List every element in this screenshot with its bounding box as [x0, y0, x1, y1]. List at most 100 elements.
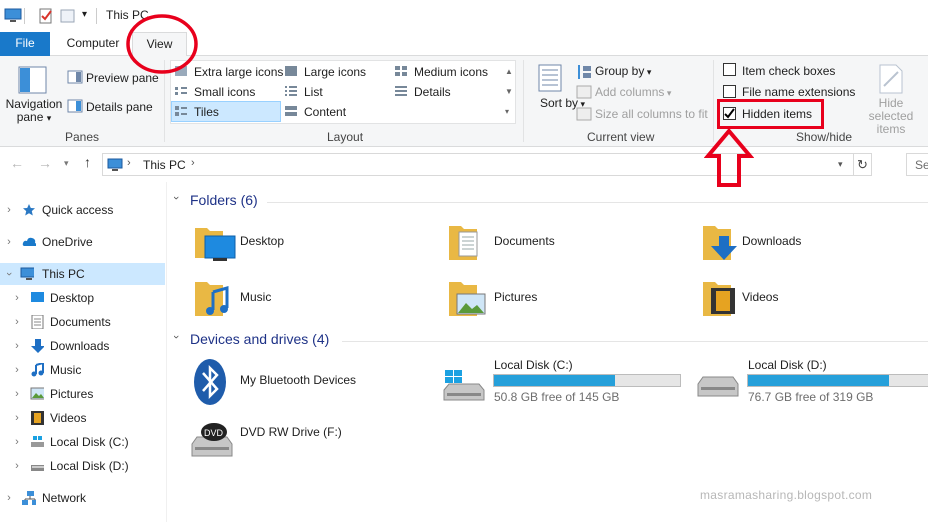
layout-content[interactable]: Content	[304, 105, 346, 119]
add-columns-button[interactable]: Add columns ▾	[595, 85, 671, 99]
breadcrumb-chevron-icon[interactable]: ›	[127, 157, 131, 169]
chevron-right-icon[interactable]: ›	[12, 455, 22, 477]
chevron-right-icon[interactable]: ›	[12, 407, 22, 429]
size-all-columns-button[interactable]: Size all columns to fit	[595, 107, 708, 121]
nav-item-downloads[interactable]: › Downloads	[0, 335, 165, 357]
navigation-pane: › Quick access › OneDrive › This PC › De…	[0, 182, 166, 522]
device-tile-local-disk-c[interactable]: Local Disk (C:) 50.8 GB free of 145 GB	[441, 356, 691, 406]
properties-icon[interactable]	[38, 8, 54, 24]
layout-details[interactable]: Details	[414, 85, 451, 99]
details-pane-button[interactable]: Details pane	[86, 100, 153, 114]
nav-item-onedrive[interactable]: › OneDrive	[0, 231, 165, 253]
nav-item-documents[interactable]: › Documents	[0, 311, 165, 333]
drive-usage-bar	[493, 374, 681, 387]
folder-name: Pictures	[494, 290, 538, 304]
layout-scroll-arrows[interactable]: ▲ ▼ ▾	[505, 62, 513, 122]
chevron-right-icon[interactable]: ›	[4, 199, 14, 221]
up-arrow-icon[interactable]: ↑	[84, 154, 91, 170]
this-pc-icon	[107, 158, 123, 171]
file-name-extensions-label: File name extensions	[742, 85, 856, 99]
forward-arrow-icon[interactable]: →	[38, 155, 52, 171]
recent-locations-icon[interactable]: ▾	[64, 158, 69, 169]
device-name: Local Disk (D:)	[748, 358, 827, 372]
search-box[interactable]: Se	[906, 153, 928, 176]
view-tab-highlight-circle	[126, 14, 198, 74]
back-arrow-icon[interactable]: ←	[10, 155, 24, 171]
chevron-right-icon[interactable]: ›	[12, 383, 22, 405]
devices-section-title[interactable]: Devices and drives (4)	[190, 331, 329, 347]
navigation-pane-icon[interactable]	[18, 66, 48, 96]
address-row: ← → ▾ ↑ › This PC › ▾ ↻ Se	[0, 148, 928, 182]
device-tile-bluetooth[interactable]: My Bluetooth Devices	[193, 358, 423, 406]
nav-label: Network	[42, 491, 87, 505]
drive-usage-fill	[748, 375, 890, 386]
folder-tile-pictures[interactable]: Pictures	[447, 278, 677, 322]
chevron-down-icon[interactable]: ›	[0, 269, 20, 279]
nav-item-desktop[interactable]: › Desktop	[0, 287, 165, 309]
this-pc-icon[interactable]	[4, 8, 22, 24]
panes-group-label: Panes	[65, 130, 100, 144]
nav-item-videos[interactable]: › Videos	[0, 407, 165, 429]
refresh-icon[interactable]: ↻	[853, 154, 871, 175]
customize-quick-access-icon[interactable]: ▾	[82, 9, 87, 25]
videos-folder-icon	[703, 282, 735, 316]
folder-tile-documents[interactable]: Documents	[447, 222, 677, 266]
breadcrumb-chevron-icon[interactable]: ›	[191, 157, 195, 169]
item-check-boxes-checkbox[interactable]	[723, 63, 736, 76]
layout-large-icons[interactable]: Large icons	[304, 65, 366, 79]
folder-tile-desktop[interactable]: Desktop	[193, 222, 423, 266]
nav-item-quick-access[interactable]: › Quick access	[0, 199, 165, 221]
nav-item-music[interactable]: › Music	[0, 359, 165, 381]
layout-medium-icons[interactable]: Medium icons	[414, 65, 488, 79]
group-by-label: Group by	[595, 64, 645, 78]
folder-tile-downloads[interactable]: Downloads	[701, 222, 921, 266]
nav-item-pictures[interactable]: › Pictures	[0, 383, 165, 405]
folder-tile-videos[interactable]: Videos	[701, 278, 921, 322]
nav-item-local-disk-d[interactable]: › Local Disk (D:)	[0, 455, 165, 477]
group-by-button[interactable]: Group by ▾	[595, 64, 651, 78]
address-dropdown-icon[interactable]: ▾	[838, 159, 843, 170]
small-icons-icon	[175, 87, 187, 95]
device-name: DVD RW Drive (F:)	[240, 425, 342, 439]
hide-selected-items-button[interactable]: Hide selected items	[856, 97, 926, 136]
show-hide-group-label: Show/hide	[796, 130, 853, 144]
folder-tile-music[interactable]: Music	[193, 278, 423, 322]
chevron-right-icon[interactable]: ›	[4, 231, 14, 253]
nav-label: Documents	[50, 315, 111, 329]
chevron-right-icon[interactable]: ›	[12, 335, 22, 357]
chevron-right-icon[interactable]: ›	[4, 487, 14, 509]
chevron-right-icon[interactable]: ›	[12, 311, 22, 333]
address-bar[interactable]: › This PC › ▾ ↻	[102, 153, 872, 176]
nav-item-network[interactable]: › Network	[0, 487, 165, 509]
nav-label: Pictures	[50, 387, 94, 401]
sort-by-label: Sort by	[540, 96, 579, 110]
nav-label: This PC	[42, 267, 85, 281]
nav-label: Music	[50, 363, 82, 377]
layout-tiles[interactable]: Tiles	[194, 105, 219, 119]
tab-computer[interactable]: Computer	[58, 32, 128, 56]
music-folder-icon	[195, 282, 229, 316]
nav-item-local-disk-c[interactable]: › Local Disk (C:)	[0, 431, 165, 453]
bluetooth-icon	[194, 359, 226, 405]
nav-item-this-pc[interactable]: › This PC	[0, 263, 165, 285]
device-tile-local-disk-d[interactable]: Local Disk (D:) 76.7 GB free of 319 GB	[695, 356, 928, 406]
navigation-pane-button[interactable]: Navigation pane ▾	[5, 98, 63, 125]
drive-free-space: 76.7 GB free of 319 GB	[748, 390, 874, 404]
chevron-right-icon[interactable]: ›	[12, 359, 22, 381]
layout-extra-large-icons[interactable]: Extra large icons	[194, 65, 283, 79]
collapse-chevron-icon[interactable]: ›	[170, 196, 182, 200]
breadcrumb-this-pc[interactable]: This PC	[143, 158, 186, 172]
layout-list[interactable]: List	[304, 85, 323, 99]
nav-label: Local Disk (C:)	[50, 435, 129, 449]
folders-section-title[interactable]: Folders (6)	[190, 192, 258, 208]
section-divider	[342, 341, 928, 342]
chevron-right-icon[interactable]: ›	[12, 287, 22, 309]
film-strip-icon	[31, 411, 44, 425]
collapse-chevron-icon[interactable]: ›	[170, 335, 182, 339]
layout-small-icons[interactable]: Small icons	[194, 85, 255, 99]
chevron-right-icon[interactable]: ›	[12, 431, 22, 453]
file-name-extensions-checkbox[interactable]	[723, 85, 736, 98]
new-folder-icon[interactable]	[60, 8, 76, 24]
tab-file[interactable]: File	[0, 32, 50, 56]
device-tile-dvd-drive[interactable]: DVD DVD RW Drive (F:)	[189, 418, 419, 462]
